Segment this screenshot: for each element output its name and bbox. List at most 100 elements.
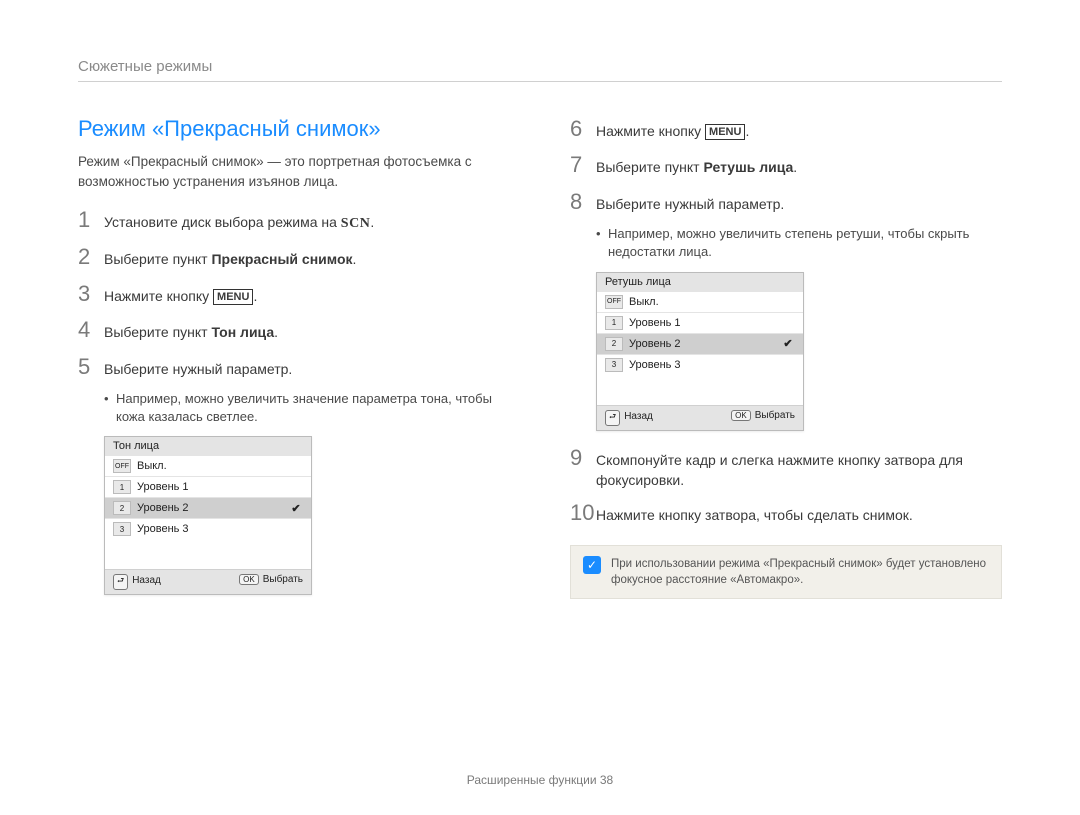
step-text: Нажмите кнопку затвора, чтобы сделать сн… xyxy=(596,505,1002,525)
ok-key-icon: OK xyxy=(731,410,751,421)
lcd-screenshot-tone: Тон лица OFF Выкл. 1 Уровень 1 2 Урове xyxy=(104,436,312,595)
period: . xyxy=(353,251,357,267)
step-3: 3 Нажмите кнопку MENU. xyxy=(78,281,510,307)
lcd-back: ⮐ Назад xyxy=(605,410,653,426)
step-text: Выберите пункт Прекрасный снимок. xyxy=(104,249,510,269)
back-label: Назад xyxy=(624,411,653,422)
steps-list-right: 6 Нажмите кнопку MENU. 7 Выберите пункт … xyxy=(570,116,1002,215)
page-footer: Расширенные функции 38 xyxy=(0,773,1080,787)
step-text: Нажмите кнопку MENU. xyxy=(596,121,1002,141)
bold-term: Тон лица xyxy=(211,324,274,340)
lcd-title: Тон лица xyxy=(105,437,311,455)
step-8: 8 Выберите нужный параметр. xyxy=(570,189,1002,215)
ok-key-icon: OK xyxy=(239,574,259,585)
step-number: 1 xyxy=(78,207,104,233)
lcd-screenshot-retouch: Ретушь лица OFF Выкл. 1 Уровень 1 2 Ур xyxy=(596,272,804,431)
bold-term: Прекрасный снимок xyxy=(211,251,352,267)
menu-button-glyph: MENU xyxy=(213,289,253,305)
step-7: 7 Выберите пункт Ретушь лица. xyxy=(570,152,1002,178)
lcd-option-selected: 2 Уровень 2 ✔ xyxy=(597,333,803,354)
step-1: 1 Установите диск выбора режима на SCN. xyxy=(78,207,510,234)
lcd-option: 3 Уровень 3 xyxy=(105,518,311,539)
period: . xyxy=(793,159,797,175)
step-number: 8 xyxy=(570,189,596,215)
option-label: Уровень 2 xyxy=(629,338,781,350)
option-icon: OFF xyxy=(113,459,131,473)
note-callout: ✓ При использовании режима «Прекрасный с… xyxy=(570,545,1002,599)
ok-label: Выбрать xyxy=(755,410,795,421)
lcd-footer: ⮐ Назад OK Выбрать xyxy=(105,569,311,594)
option-icon: 2 xyxy=(113,501,131,515)
option-icon: 3 xyxy=(605,358,623,372)
check-icon: ✔ xyxy=(289,502,303,515)
step-text: Установите диск выбора режима на SCN. xyxy=(104,212,510,234)
right-column: 6 Нажмите кнопку MENU. 7 Выберите пункт … xyxy=(570,116,1002,609)
option-label: Уровень 3 xyxy=(137,523,289,535)
scn-glyph: SCN xyxy=(341,216,371,231)
step-2: 2 Выберите пункт Прекрасный снимок. xyxy=(78,244,510,270)
step-text: Выберите пункт Тон лица. xyxy=(104,322,510,342)
step-number: 2 xyxy=(78,244,104,270)
lcd-title: Ретушь лица xyxy=(597,273,803,291)
option-label: Уровень 2 xyxy=(137,502,289,514)
substeps-8: Например, можно увеличить степень ретуши… xyxy=(596,225,1002,261)
step-number: 6 xyxy=(570,116,596,142)
back-key-icon: ⮐ xyxy=(605,410,620,426)
step-number: 5 xyxy=(78,354,104,380)
steps-list-right-2: 9 Скомпонуйте кадр и слегка нажмите кноп… xyxy=(570,445,1002,527)
option-icon: 1 xyxy=(605,316,623,330)
substep-text: Например, можно увеличить значение парам… xyxy=(104,390,510,426)
step-number: 4 xyxy=(78,317,104,343)
step-6: 6 Нажмите кнопку MENU. xyxy=(570,116,1002,142)
step-text-part: Выберите пункт xyxy=(596,159,703,175)
page-heading: Режим «Прекрасный снимок» xyxy=(78,116,510,142)
lcd-ok: OK Выбрать xyxy=(239,574,303,590)
step-number: 7 xyxy=(570,152,596,178)
step-number: 3 xyxy=(78,281,104,307)
lcd-option-selected: 2 Уровень 2 ✔ xyxy=(105,497,311,518)
step-text-part: Установите диск выбора режима на xyxy=(104,214,341,230)
step-text: Нажмите кнопку MENU. xyxy=(104,286,510,306)
option-label: Уровень 1 xyxy=(137,481,289,493)
period: . xyxy=(370,214,374,230)
option-icon: OFF xyxy=(605,295,623,309)
step-text-part: Нажмите кнопку xyxy=(596,123,705,139)
substep-text: Например, можно увеличить степень ретуши… xyxy=(596,225,1002,261)
left-column: Режим «Прекрасный снимок» Режим «Прекрас… xyxy=(78,116,510,609)
step-text-part: Нажмите кнопку xyxy=(104,288,213,304)
option-icon: 3 xyxy=(113,522,131,536)
step-10: 10 Нажмите кнопку затвора, чтобы сделать… xyxy=(570,500,1002,526)
manual-page: Сюжетные режимы Режим «Прекрасный снимок… xyxy=(0,0,1080,815)
lcd-option: OFF Выкл. xyxy=(105,455,311,476)
back-label: Назад xyxy=(132,575,161,586)
back-key-icon: ⮐ xyxy=(113,574,128,590)
intro-text: Режим «Прекрасный снимок» — это портретн… xyxy=(78,152,510,191)
lcd-option: 3 Уровень 3 xyxy=(597,354,803,375)
lcd-option: 1 Уровень 1 xyxy=(105,476,311,497)
step-4: 4 Выберите пункт Тон лица. xyxy=(78,317,510,343)
step-text: Выберите нужный параметр. xyxy=(104,359,510,379)
section-label: Сюжетные режимы xyxy=(78,58,1002,82)
lcd-option: OFF Выкл. xyxy=(597,291,803,312)
step-text: Выберите пункт Ретушь лица. xyxy=(596,157,1002,177)
check-icon: ✔ xyxy=(781,337,795,350)
lcd-back: ⮐ Назад xyxy=(113,574,161,590)
period: . xyxy=(253,288,257,304)
option-label: Уровень 1 xyxy=(629,317,781,329)
lcd-options: OFF Выкл. 1 Уровень 1 2 Уровень 2 ✔ xyxy=(105,455,311,539)
lcd-options: OFF Выкл. 1 Уровень 1 2 Уровень 2 ✔ xyxy=(597,291,803,375)
step-text: Выберите нужный параметр. xyxy=(596,194,1002,214)
lcd-footer: ⮐ Назад OK Выбрать xyxy=(597,405,803,430)
menu-button-glyph: MENU xyxy=(705,124,745,140)
period: . xyxy=(274,324,278,340)
lcd-option: 1 Уровень 1 xyxy=(597,312,803,333)
step-5: 5 Выберите нужный параметр. xyxy=(78,354,510,380)
period: . xyxy=(745,123,749,139)
note-text: При использовании режима «Прекрасный сни… xyxy=(611,556,989,588)
ok-label: Выбрать xyxy=(263,574,303,585)
bold-term: Ретушь лица xyxy=(703,159,793,175)
step-9: 9 Скомпонуйте кадр и слегка нажмите кноп… xyxy=(570,445,1002,491)
option-label: Выкл. xyxy=(629,296,781,308)
step-text-part: Выберите пункт xyxy=(104,251,211,267)
two-column-layout: Режим «Прекрасный снимок» Режим «Прекрас… xyxy=(78,116,1002,609)
